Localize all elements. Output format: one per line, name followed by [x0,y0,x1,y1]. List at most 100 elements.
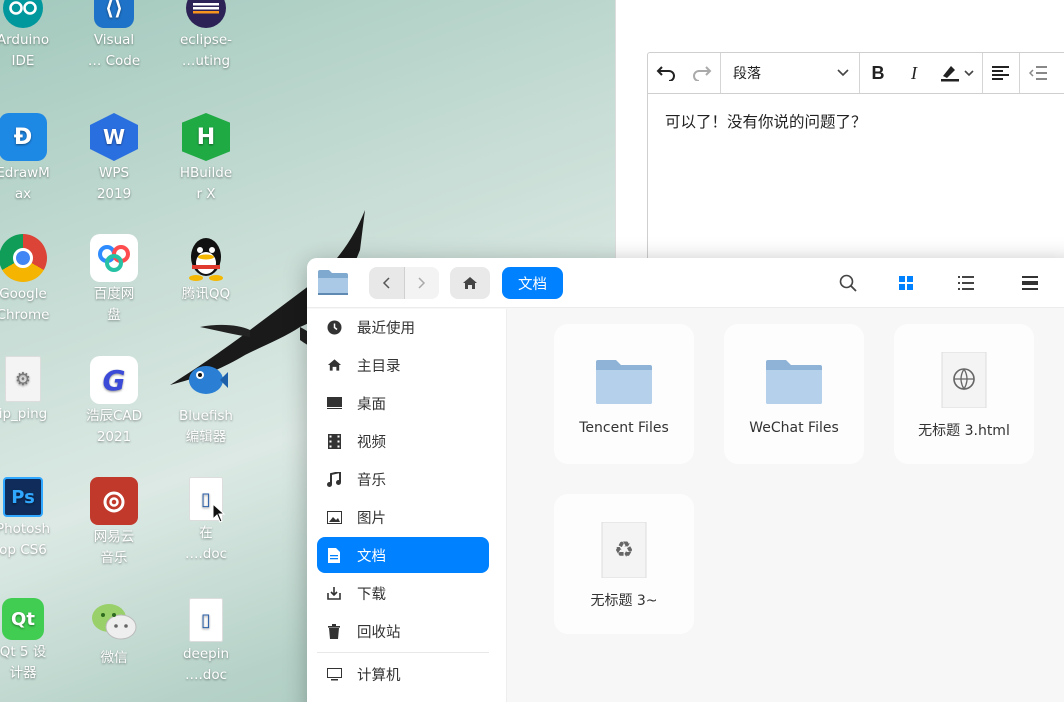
desktop-icon-edrawmax[interactable]: Ð EdrawM ax [0,113,64,205]
item-name: WeChat Files [749,420,839,436]
desktop-icon-ip-ping[interactable]: ⚙ ip_ping [0,356,64,425]
sidebar-item-label: 视频 [357,434,386,451]
folder-icon [596,360,652,404]
forward-button[interactable] [404,267,439,299]
qq-icon [182,234,230,282]
bold-button[interactable]: B [860,53,896,93]
computer-icon [326,666,342,682]
hbuilder-icon: H [182,113,230,161]
netease-music-icon [90,477,138,525]
home-icon [326,357,342,373]
desktop-icon-bluefish[interactable]: Bluefish 编辑器 [165,356,247,448]
chrome-icon [0,234,47,282]
sidebar-item-label: 音乐 [357,472,386,489]
desktop-icon-qq[interactable]: 腾讯QQ [165,234,247,305]
qt-designer-icon: Qt [2,598,44,640]
outdent-icon [1029,66,1047,80]
mouse-cursor-icon [212,503,226,523]
document-icon [326,547,342,563]
search-button[interactable] [836,271,860,295]
list-view-button[interactable] [954,271,978,295]
desktop-icon-label: WPS 2019 [96,165,132,202]
redo-button[interactable] [684,53,720,93]
folder-item[interactable]: WeChat Files [724,324,864,464]
picture-icon [326,509,342,525]
editor-toolbar: 段落 B I [647,52,1064,94]
desktop-icon-label: Visual … Code [87,32,141,69]
sidebar-item-documents[interactable]: 文档 [317,537,489,573]
desktop-icon-baidu-netdisk[interactable]: 百度网 盘 [73,234,155,326]
list-view-icon [958,276,974,290]
sidebar-item-recent[interactable]: 最近使用 [317,309,489,345]
bold-icon: B [871,62,885,83]
desktop-icon-chrome[interactable]: Google Chrome [0,234,64,326]
desktop-icon-label: Google Chrome [0,286,50,323]
file-item[interactable]: 无标题 3.html [894,324,1034,464]
align-left-button[interactable] [983,53,1019,93]
chevron-right-icon [418,277,425,289]
desktop-icon-vscode[interactable]: ⟨⟩ Visual … Code [73,0,155,72]
desktop-icon-label: Photosh op CS6 [0,521,51,558]
arduino-icon [3,0,43,28]
video-icon [326,433,342,449]
desktop-icon-label: eclipse- …uting [179,32,232,69]
desktop-icon-photoshop[interactable]: Ps Photosh op CS6 [0,477,64,561]
highlight-color-button[interactable] [932,53,982,93]
italic-button[interactable]: I [896,53,932,93]
sidebar-item-label: 下载 [357,586,386,603]
desktop-icon-label: 浩辰CAD 2021 [85,408,143,445]
sidebar-item-trash[interactable]: 回收站 [317,613,489,649]
sidebar-item-music[interactable]: 音乐 [317,461,489,497]
desktop-icon-netease-music[interactable]: 网易云 音乐 [73,477,155,569]
folder-item[interactable]: Tencent Files [554,324,694,464]
recent-icon [326,319,342,335]
photoshop-icon: Ps [3,477,43,517]
desktop-icon-eclipse[interactable]: eclipse- …uting [165,0,247,72]
back-button[interactable] [369,267,405,299]
sidebar-divider [317,652,489,653]
desktop-icon-hbuilder[interactable]: H HBuilde r X [165,113,247,205]
icon-view-button[interactable] [894,271,918,295]
undo-icon [656,66,675,81]
html-file-icon [941,352,987,408]
desktop-icon-doc-file[interactable]: ▯ deepin ….doc [165,598,247,686]
file-manager-logo-icon [318,270,348,295]
sidebar-item-desktop[interactable]: 桌面 [317,385,489,421]
file-manager-content: Tencent Files WeChat Files 无标题 3.html ♻ … [508,309,1064,702]
gstarcad-icon: G [90,356,138,404]
vscode-icon: ⟨⟩ [94,0,134,28]
sidebar-item-computer[interactable]: 计算机 [317,656,489,692]
details-view-button[interactable] [1018,271,1042,295]
bluefish-icon [182,356,230,404]
download-icon [326,585,342,601]
desktop-icon-arduino[interactable]: Arduino IDE [0,0,64,72]
redo-icon [693,66,712,81]
block-format-select[interactable]: 段落 [721,53,859,93]
sidebar-item-label: 计算机 [357,667,401,684]
undo-button[interactable] [648,53,684,93]
breadcrumb-home-button[interactable] [450,267,490,299]
folder-icon [766,360,822,404]
desktop-icon-gstarcad[interactable]: G 浩辰CAD 2021 [73,356,155,448]
outdent-button[interactable] [1020,53,1056,93]
breadcrumb-documents[interactable]: 文档 [502,267,563,299]
details-view-icon [1022,276,1038,290]
settings-doc-icon: ⚙ [5,356,41,402]
desktop-icon-label: ip_ping [0,406,48,422]
desktop-icon-qt-designer[interactable]: Qt Qt 5 设 计器 [0,598,64,684]
italic-icon: I [911,62,917,83]
editor-paragraph[interactable]: 可以了！没有你说的问题了？ [665,110,867,132]
desktop-icon-wechat[interactable]: 微信 [73,598,155,669]
sidebar-item-video[interactable]: 视频 [317,423,489,459]
desktop-icon-label: Qt 5 设 计器 [0,644,47,681]
file-item[interactable]: ♻ 无标题 3~ [554,494,694,634]
desktop-icon-label: 在 ….doc [184,525,228,562]
desktop-icon-doc-file[interactable]: ▯ 在 ….doc [165,477,247,565]
sidebar-item-home[interactable]: 主目录 [317,347,489,383]
desktop-icon-label: 微信 [100,650,128,666]
sidebar-item-pictures[interactable]: 图片 [317,499,489,535]
chevron-left-icon [383,277,390,289]
sidebar-item-downloads[interactable]: 下载 [317,575,489,611]
chevron-down-icon [837,69,849,77]
desktop-icon-wps[interactable]: W WPS 2019 [73,113,155,205]
